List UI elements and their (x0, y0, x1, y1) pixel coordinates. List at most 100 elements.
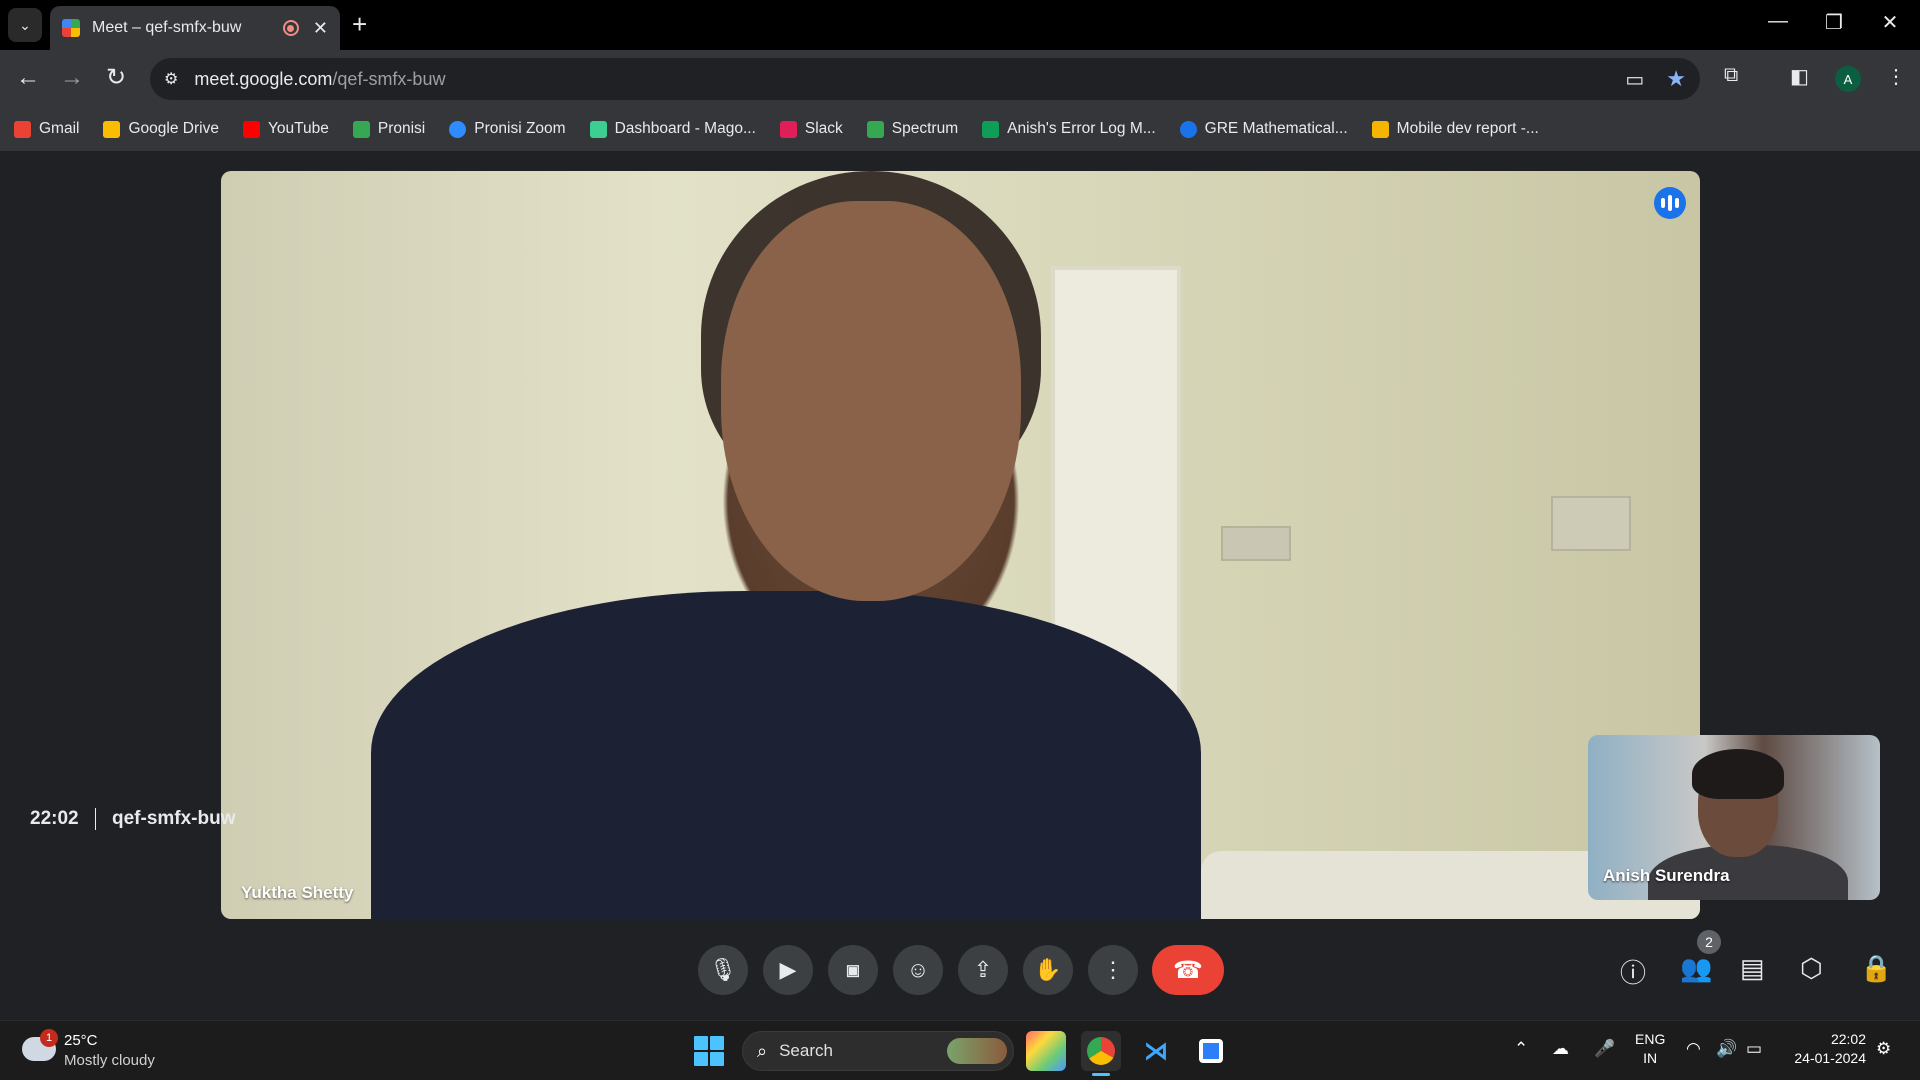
main-participant-name: Yuktha Shetty (241, 883, 354, 902)
notifications-icon[interactable]: ⚙ (1876, 1039, 1891, 1059)
hand-icon: ✋ (1034, 957, 1062, 982)
address-bar[interactable]: ⚙ meet.google.com/qef-smfx-buw ▭ ★ (150, 58, 1700, 100)
close-tab-icon[interactable]: ✕ (313, 18, 328, 39)
leave-call-button[interactable]: ☎ (1152, 945, 1224, 995)
meet-icon (866, 120, 884, 138)
dashboard-icon (589, 120, 607, 138)
new-tab-button[interactable]: + (352, 10, 367, 38)
camera-in-use-icon[interactable]: ▭ (1625, 67, 1644, 92)
slack-icon (779, 120, 797, 138)
bookmarks-bar: Gmail Google Drive YouTube Pronisi Proni… (0, 107, 1920, 151)
windows-taskbar: 1 25°C Mostly cloudy ⌕ Search ⋊ ⌃ ☁ 🎤 EN… (0, 1020, 1920, 1080)
self-video-hair (1692, 749, 1784, 799)
raise-hand-button[interactable]: ✋ (1023, 945, 1073, 995)
microphone-tray-icon[interactable]: 🎤 (1594, 1039, 1615, 1059)
search-icon: ⌕ (757, 1040, 768, 1061)
restore-icon[interactable]: ❐ (1814, 10, 1854, 35)
window-close-icon[interactable]: ✕ (1870, 10, 1910, 35)
search-label: Search (779, 1041, 833, 1060)
microphone-icon: 🎙 (709, 957, 737, 982)
youtube-icon (242, 120, 260, 138)
recording-indicator-icon (282, 20, 299, 36)
taskbar-search[interactable]: ⌕ Search (742, 1031, 1014, 1071)
system-clock[interactable]: 22:02 24-01-2024 (1786, 1030, 1866, 1068)
bookmark-star-icon[interactable]: ★ (1666, 66, 1686, 92)
sheets-icon (982, 120, 1000, 138)
vscode-icon[interactable]: ⋊ (1136, 1031, 1176, 1071)
slides-icon (1371, 120, 1389, 138)
present-button[interactable]: ⇪ (958, 945, 1008, 995)
more-menu-icon[interactable]: ⋮ (1886, 64, 1906, 89)
meet-stage: Yuktha Shetty Anish Surendra (0, 151, 1920, 1020)
more-options-button[interactable]: ⋮ (1088, 945, 1138, 995)
meet-icon (352, 120, 370, 138)
bookmark-gre[interactable]: GRE Mathematical... (1179, 120, 1348, 138)
main-video-tile[interactable]: Yuktha Shetty (221, 171, 1700, 919)
copilot-icon[interactable] (1026, 1031, 1066, 1071)
present-screen-icon: ⇪ (973, 957, 993, 982)
activities-icon[interactable]: ⬡ (1800, 953, 1823, 984)
omnibox-actions: ▭ ★ (1625, 66, 1686, 92)
meeting-details-icon[interactable]: ⓘ (1620, 953, 1646, 990)
language-indicator[interactable]: ENG IN (1635, 1030, 1665, 1068)
weather-temperature[interactable]: 25°C (64, 1032, 98, 1049)
host-controls-icon[interactable]: 🔒 (1860, 953, 1892, 984)
app-icon[interactable] (1191, 1031, 1231, 1071)
captions-button[interactable]: ▣ (828, 945, 878, 995)
google-drive-icon (103, 120, 121, 138)
participant-count-badge: 2 (1697, 930, 1721, 954)
side-panel-icon[interactable]: ◧ (1790, 64, 1809, 89)
bookmark-google-drive[interactable]: Google Drive (103, 120, 219, 138)
more-vert-icon: ⋮ (1102, 957, 1124, 982)
bookmark-pronisi[interactable]: Pronisi (352, 120, 425, 138)
chevron-down-icon: ⌄ (19, 16, 31, 33)
self-video-tile[interactable]: Anish Surendra (1588, 735, 1880, 900)
video-switchboard (1221, 526, 1291, 561)
video-participant-face (721, 201, 1021, 601)
wifi-icon[interactable]: ◠ (1686, 1039, 1701, 1059)
meet-favicon-icon (62, 19, 80, 37)
tab-strip: ⌄ Meet – qef-smfx-buw ✕ + — ❐ ✕ (0, 0, 1920, 50)
minimize-icon[interactable]: — (1758, 10, 1798, 33)
active-tab[interactable]: Meet – qef-smfx-buw ✕ (50, 6, 340, 50)
profile-avatar[interactable]: A (1835, 66, 1861, 92)
back-icon[interactable]: ← (12, 63, 44, 93)
bookmark-spectrum[interactable]: Spectrum (866, 120, 958, 138)
show-hidden-icons[interactable]: ⌃ (1514, 1039, 1528, 1059)
bookmark-pronisi-zoom[interactable]: Pronisi Zoom (449, 120, 566, 138)
browser-toolbar: ← → ↻ ⚙ meet.google.com/qef-smfx-buw ▭ ★… (0, 50, 1920, 107)
camera-button[interactable]: ▶ (763, 945, 813, 995)
bookmark-mobile-dev-report[interactable]: Mobile dev report -... (1371, 120, 1539, 138)
onedrive-cloud-icon[interactable]: ☁ (1552, 1039, 1569, 1059)
bookmark-gmail[interactable]: Gmail (14, 120, 79, 138)
search-highlight-image (947, 1038, 1007, 1064)
divider (95, 808, 96, 830)
tab-search-button[interactable]: ⌄ (8, 8, 42, 42)
extensions-icon[interactable]: ⧉ (1724, 64, 1738, 87)
chrome-taskbar-icon[interactable] (1081, 1031, 1121, 1071)
volume-icon[interactable]: 🔊 (1716, 1039, 1737, 1059)
reload-icon[interactable]: ↻ (100, 63, 132, 93)
active-app-indicator (1092, 1073, 1110, 1076)
weather-condition[interactable]: Mostly cloudy (64, 1052, 155, 1069)
bookmark-error-log[interactable]: Anish's Error Log M... (982, 120, 1156, 138)
bookmark-dashboard[interactable]: Dashboard - Mago... (589, 120, 756, 138)
video-participant-body (371, 591, 1201, 919)
meeting-time: 22:02 (30, 808, 79, 829)
video-camera-icon: ▶ (779, 957, 797, 982)
forward-icon[interactable]: → (56, 63, 88, 93)
hang-up-icon: ☎ (1173, 956, 1203, 984)
site-info-icon[interactable]: ⚙ (164, 69, 178, 89)
video-switchboard (1551, 496, 1631, 551)
chat-icon[interactable]: ▤ (1740, 953, 1765, 984)
people-icon[interactable]: 👥 (1680, 953, 1712, 984)
bookmark-youtube[interactable]: YouTube (242, 120, 329, 138)
battery-icon[interactable]: ▭ (1746, 1039, 1762, 1059)
bookmark-slack[interactable]: Slack (779, 120, 843, 138)
closed-captions-icon: ▣ (845, 962, 861, 979)
start-button[interactable] (694, 1036, 724, 1066)
gre-icon (1179, 120, 1197, 138)
microphone-button[interactable]: 🎙 (698, 945, 748, 995)
reactions-button[interactable]: ☺ (893, 945, 943, 995)
url-path: /qef-smfx-buw (332, 68, 446, 89)
